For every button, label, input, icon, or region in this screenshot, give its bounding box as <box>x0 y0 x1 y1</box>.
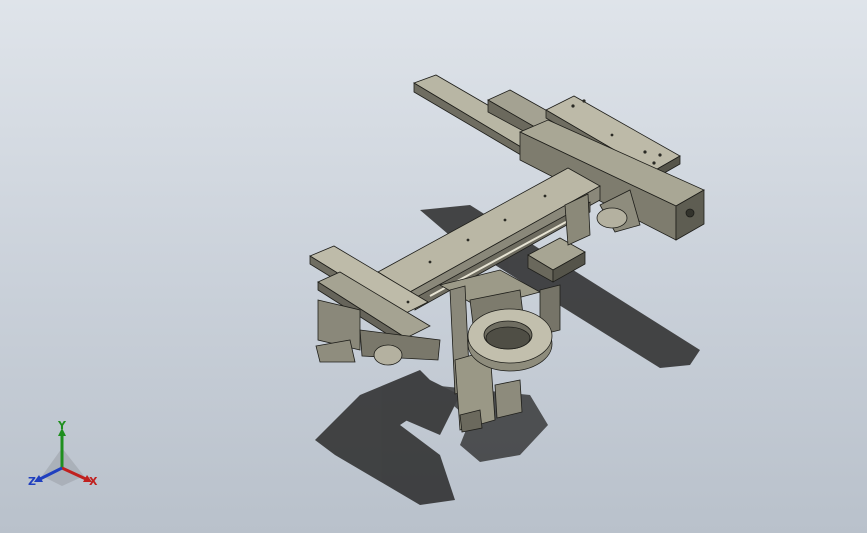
view-orientation-triad[interactable]: Y X Z <box>22 418 112 498</box>
rotary-table-ring[interactable] <box>467 308 553 372</box>
assembly-model-view[interactable] <box>0 0 867 533</box>
y-axis-label: Y <box>58 419 66 432</box>
x-axis-label: X <box>89 475 98 488</box>
cad-graphics-viewport[interactable]: Y X Z <box>0 0 867 533</box>
z-axis-label: Z <box>28 475 36 488</box>
